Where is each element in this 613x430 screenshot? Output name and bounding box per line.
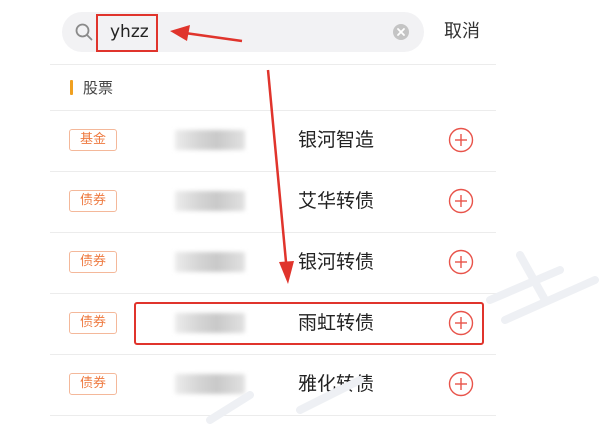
type-badge: 债券 <box>69 251 117 273</box>
section-title: 股票 <box>83 79 114 97</box>
blurred-code <box>175 252 245 272</box>
blurred-code <box>175 130 245 150</box>
clear-icon[interactable] <box>392 23 410 41</box>
divider <box>50 415 496 416</box>
security-name: 银河智造 <box>298 129 375 151</box>
type-badge: 债券 <box>69 190 117 212</box>
add-circle-icon[interactable] <box>448 127 474 153</box>
add-circle-icon[interactable] <box>448 249 474 275</box>
blurred-code <box>175 191 245 211</box>
divider <box>50 64 496 65</box>
result-row[interactable]: 债券 银河转债 <box>50 232 496 294</box>
type-badge: 债券 <box>69 373 117 395</box>
security-name: 雅化转债 <box>298 373 375 395</box>
type-badge: 基金 <box>69 129 117 151</box>
type-badge: 债券 <box>69 312 117 334</box>
add-circle-icon[interactable] <box>448 371 474 397</box>
query-highlight-box <box>96 14 158 52</box>
blurred-code <box>175 374 245 394</box>
result-row[interactable]: 债券 艾华转债 <box>50 171 496 233</box>
add-circle-icon[interactable] <box>448 188 474 214</box>
result-row[interactable]: 债券 雅化转债 <box>50 354 496 416</box>
cancel-button[interactable]: 取消 <box>444 20 480 44</box>
search-icon <box>75 23 93 41</box>
security-name: 艾华转债 <box>298 190 375 212</box>
result-highlight-box <box>134 302 484 345</box>
section-marker <box>70 80 73 95</box>
result-row[interactable]: 基金 银河智造 <box>50 110 496 172</box>
security-name: 银河转债 <box>298 251 375 273</box>
